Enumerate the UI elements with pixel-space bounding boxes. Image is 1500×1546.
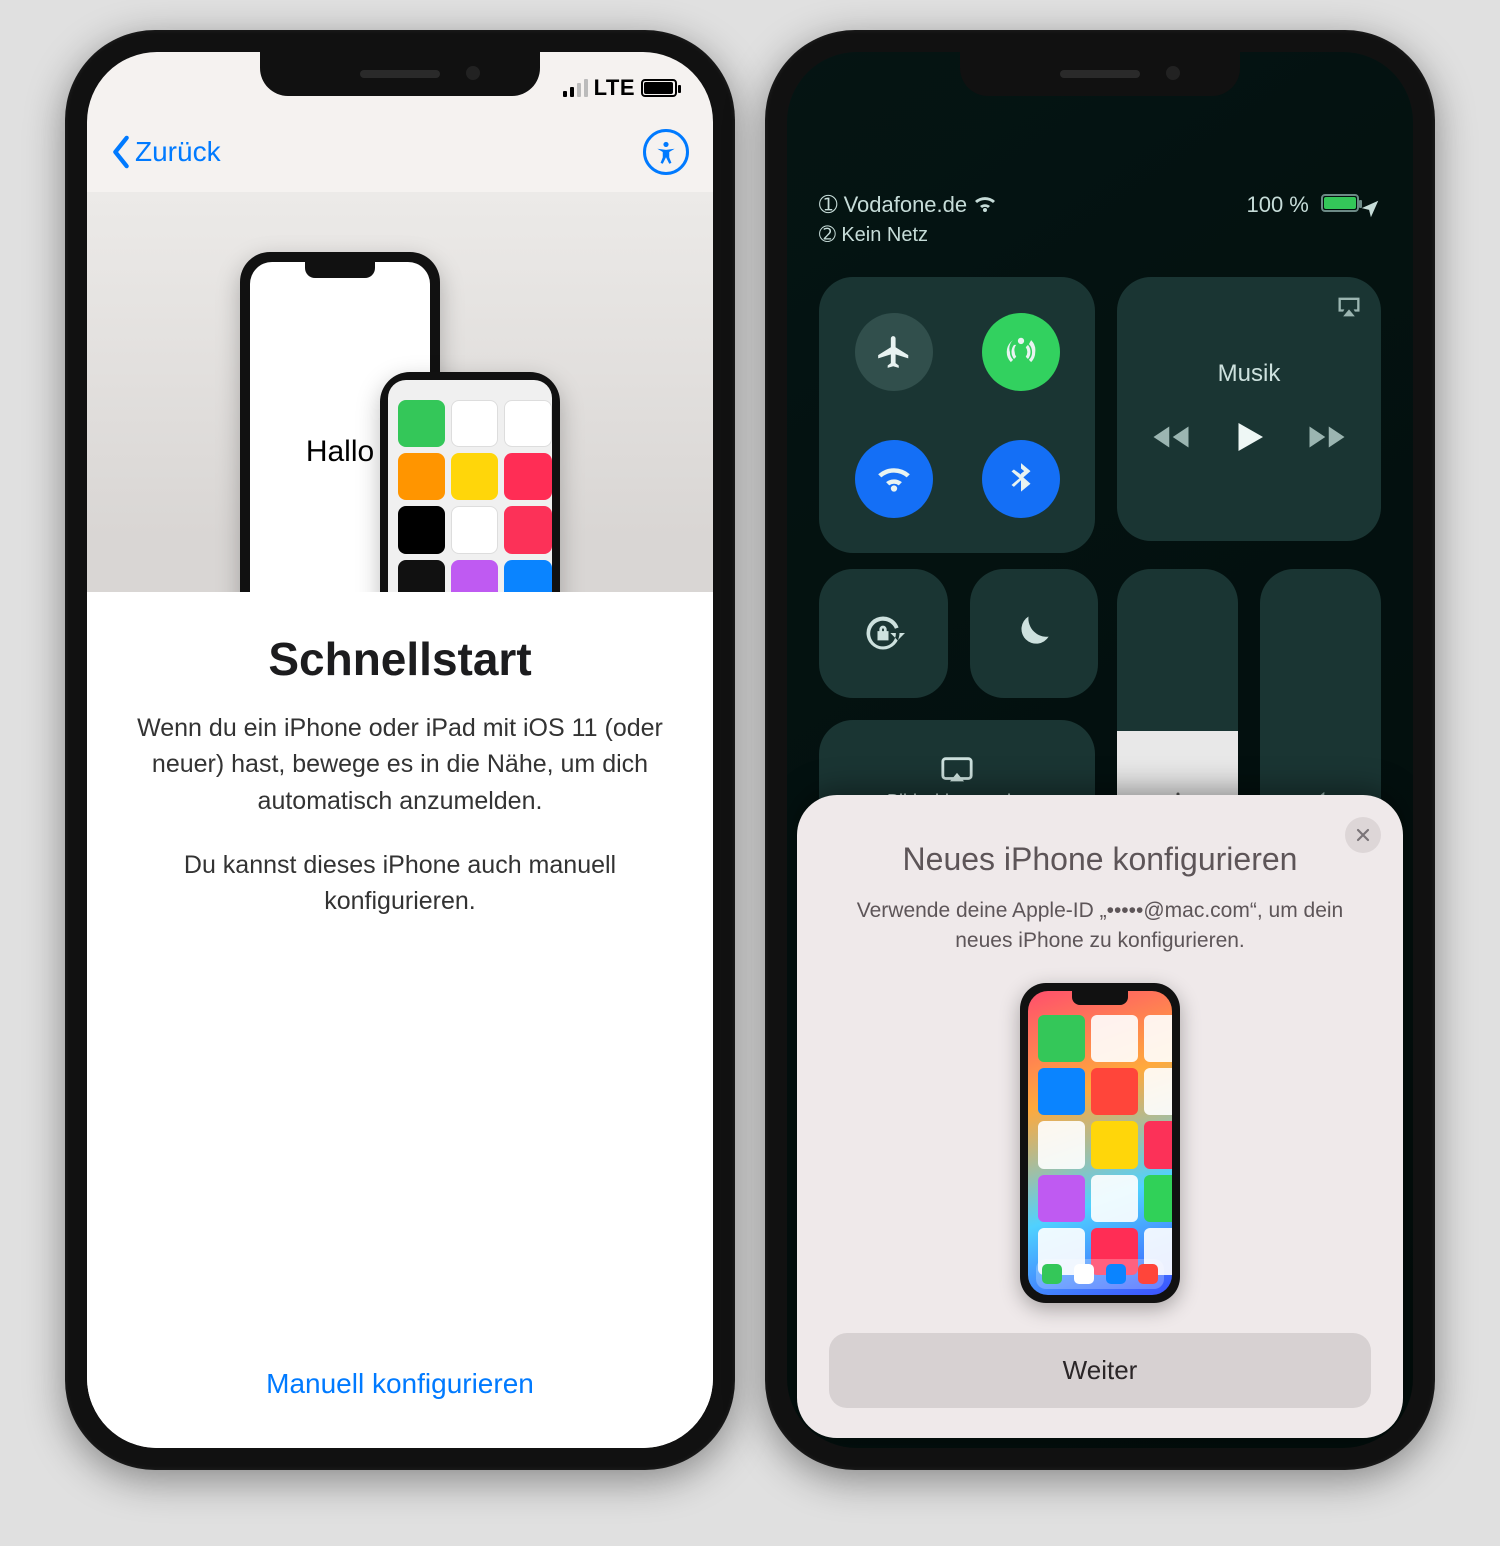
sheet-title: Neues iPhone konfigurieren	[829, 841, 1371, 878]
close-button[interactable]	[1345, 817, 1381, 853]
screen-setup: LTE Zurück Hallo Zum Öffnen nach oben st…	[87, 52, 713, 1448]
manual-configure-link[interactable]: Manuell konfigurieren	[87, 1368, 713, 1400]
connectivity-tile[interactable]	[819, 277, 1095, 553]
battery-icon	[1321, 194, 1359, 212]
phone-left: LTE Zurück Hallo Zum Öffnen nach oben st…	[65, 30, 735, 1470]
wifi-icon	[973, 194, 997, 214]
previous-track-button[interactable]	[1150, 416, 1192, 458]
screen-mirroring-icon	[940, 755, 974, 785]
notch	[960, 52, 1240, 96]
cellular-signal-icon	[563, 79, 588, 97]
do-not-disturb-toggle[interactable]	[970, 569, 1099, 698]
content-panel: Schnellstart Wenn du ein iPhone oder iPa…	[87, 592, 713, 1448]
sim2-icon: ➁	[819, 224, 836, 246]
airplane-mode-toggle[interactable]	[855, 313, 933, 391]
control-center-grid: Musik	[787, 247, 1413, 849]
cellular-data-toggle[interactable]	[982, 313, 1060, 391]
sim1-icon: ➀	[819, 192, 837, 217]
play-button[interactable]	[1228, 416, 1270, 458]
network-label: LTE	[594, 75, 635, 101]
music-tile[interactable]: Musik	[1117, 277, 1381, 541]
hallo-text: Hallo	[306, 435, 374, 469]
setup-sheet: Neues iPhone konfigurieren Verwende dein…	[797, 795, 1403, 1438]
wifi-toggle[interactable]	[855, 440, 933, 518]
battery-icon	[641, 79, 677, 97]
battery-percentage: 100 %	[1246, 192, 1308, 217]
back-button[interactable]: Zurück	[111, 135, 221, 169]
back-label: Zurück	[135, 136, 221, 168]
location-icon	[1359, 198, 1381, 220]
apple-id-email: •••••@mac.com	[1107, 899, 1250, 922]
airplay-icon	[1335, 295, 1363, 319]
phone-right: ➀ Vodafone.de ➁ Kein Netz 100 %	[765, 30, 1435, 1470]
no-service-label: Kein Netz	[841, 224, 928, 246]
carrier-label: Vodafone.de	[844, 192, 968, 217]
continue-button[interactable]: Weiter	[829, 1333, 1371, 1408]
sheet-body: Verwende deine Apple‑ID „•••••@mac.com“,…	[829, 896, 1371, 955]
mini-phone-illustration	[1020, 983, 1180, 1303]
notch	[260, 52, 540, 96]
rotation-lock-toggle[interactable]	[819, 569, 948, 698]
page-title: Schnellstart	[127, 632, 673, 686]
screen-control-center: ➀ Vodafone.de ➁ Kein Netz 100 %	[787, 52, 1413, 1448]
accessibility-button[interactable]	[643, 129, 689, 175]
next-track-button[interactable]	[1306, 416, 1348, 458]
nav-bar: Zurück	[87, 122, 713, 182]
description-2: Du kannst dieses iPhone auch manuell kon…	[127, 847, 673, 920]
bluetooth-toggle[interactable]	[982, 440, 1060, 518]
hero-illustration: Hallo Zum Öffnen nach oben streichen	[87, 192, 713, 622]
music-label: Musik	[1218, 360, 1281, 388]
description-1: Wenn du ein iPhone oder iPad mit iOS 11 …	[127, 710, 673, 819]
